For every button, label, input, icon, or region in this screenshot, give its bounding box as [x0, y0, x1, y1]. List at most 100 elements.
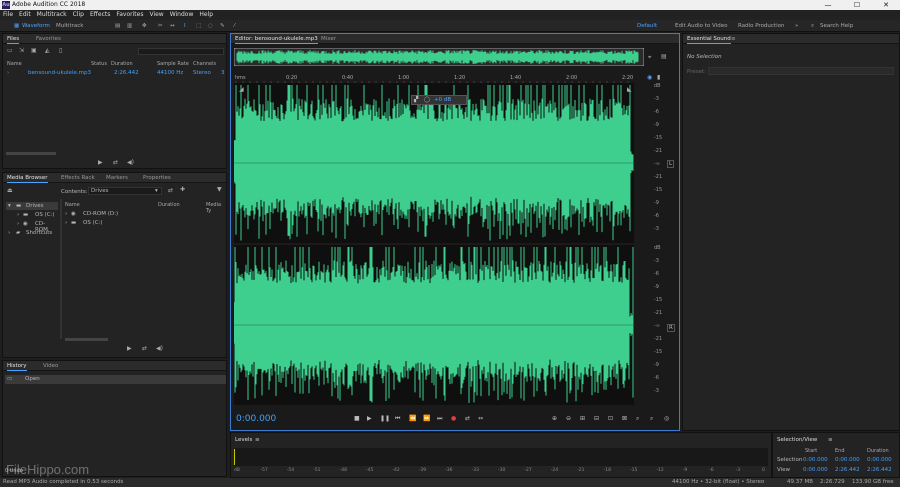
col-channels[interactable]: Channels — [193, 61, 216, 67]
view-start[interactable]: 0:00.000 — [803, 467, 828, 473]
zoom-out-amplitude-icon[interactable]: ⊖ — [566, 415, 571, 422]
time-selection-tool-icon[interactable]: I — [184, 22, 186, 30]
loop-preview-icon[interactable]: ⇄ — [113, 159, 118, 166]
panel-menu-icon[interactable]: ≡ — [731, 35, 736, 43]
history-item[interactable]: ▭ Open — [5, 375, 226, 384]
preset-dropdown[interactable] — [708, 67, 894, 75]
play-preview-icon[interactable]: ▶ — [98, 159, 103, 166]
marker-icon[interactable]: ▮ — [657, 74, 660, 81]
play-preview-icon[interactable]: ▶ — [127, 345, 132, 352]
pitch-icon[interactable]: ▥ — [127, 22, 132, 30]
panel-menu-icon[interactable]: ▤ — [661, 53, 667, 60]
expand-icon[interactable]: › — [8, 230, 10, 236]
zoom-in-point-icon[interactable]: ⌕ — [636, 415, 639, 423]
navigate-icon[interactable]: ⇄ — [168, 187, 173, 194]
tab-effects-rack[interactable]: Effects Rack — [61, 174, 95, 182]
overview-waveform[interactable] — [234, 48, 644, 66]
tab-editor[interactable]: Editor: bensound-ukulele.mp3 — [235, 35, 318, 44]
waveform-button[interactable]: Waveform — [22, 22, 50, 30]
eject-icon[interactable]: ⏏ — [7, 187, 13, 194]
volume-icon[interactable]: ◀) — [127, 159, 134, 166]
loop-preview-icon[interactable]: ⇄ — [142, 345, 147, 352]
waveform-right-channel[interactable] — [234, 245, 634, 405]
skip-icon[interactable]: ↭ — [478, 415, 483, 422]
zoom-selection-icon[interactable]: ⊠ — [622, 415, 627, 422]
tab-history[interactable]: History — [7, 362, 27, 371]
zoom-out-time-icon[interactable]: ⊟ — [594, 415, 599, 422]
menu-window[interactable]: Window — [167, 10, 197, 20]
time-ruler[interactable]: hms 0:20 0:40 1:00 1:20 1:40 2:00 2:20 — [234, 73, 634, 83]
tree-drives[interactable]: ▾ ▬ Drives — [6, 202, 58, 210]
lasso-tool-icon[interactable]: ◌ — [208, 22, 213, 30]
tab-video[interactable]: Video — [43, 362, 58, 370]
menu-view[interactable]: View — [146, 10, 166, 20]
expand-icon[interactable]: ▾ — [8, 203, 11, 209]
col-status[interactable]: Status — [91, 61, 107, 67]
loop-icon[interactable]: ⇄ — [465, 415, 470, 422]
col-duration[interactable]: Duration — [111, 61, 133, 67]
splitter[interactable] — [60, 199, 62, 339]
previous-icon[interactable]: ⏮ — [395, 415, 400, 423]
healing-tool-icon[interactable]: ⁄ — [234, 22, 235, 30]
volume-hud[interactable]: ▞ ◯ +0 dB — [411, 95, 467, 105]
menu-multitrack[interactable]: Multitrack — [34, 10, 70, 20]
workspace-more-icon[interactable]: » — [795, 22, 798, 30]
workspace-radio-production[interactable]: Radio Production — [738, 22, 784, 30]
add-shortcut-icon[interactable]: ✚ — [180, 186, 185, 193]
zoom-in-amplitude-icon[interactable]: ⊕ — [552, 415, 557, 422]
marquee-tool-icon[interactable]: ⬚ — [196, 22, 201, 30]
snap-icon[interactable]: ◉ — [647, 74, 652, 81]
volume-icon[interactable]: ◀) — [156, 345, 163, 352]
panel-menu-icon[interactable]: ≡ — [828, 437, 833, 443]
stop-icon[interactable]: ■ — [354, 415, 360, 422]
menu-edit[interactable]: Edit — [16, 10, 34, 20]
tab-files[interactable]: Files — [7, 35, 20, 44]
list-item[interactable]: › ▬ OS (C:) — [65, 219, 155, 227]
razor-tool-icon[interactable]: ✂ — [158, 22, 163, 30]
waveform-left-channel[interactable] — [234, 83, 634, 243]
menu-file[interactable]: File — [0, 10, 16, 20]
record-icon[interactable]: ● — [451, 415, 456, 422]
col-sample-rate[interactable]: Sample Rate — [157, 61, 189, 67]
import-icon[interactable]: ⇲ — [19, 47, 24, 54]
col-name[interactable]: Name — [7, 61, 22, 67]
zoom-in-time-icon[interactable]: ⊞ — [580, 415, 585, 422]
tab-media-browser[interactable]: Media Browser — [7, 174, 48, 183]
files-scrollbar[interactable] — [6, 152, 56, 155]
view-duration[interactable]: 2:26.442 — [867, 467, 892, 473]
col-duration[interactable]: Duration — [158, 202, 180, 208]
delete-icon[interactable]: ▯ — [59, 47, 62, 54]
minimize-button[interactable]: — — [814, 0, 842, 10]
menu-clip[interactable]: Clip — [70, 10, 87, 20]
selection-duration[interactable]: 0:00.000 — [867, 457, 892, 463]
tab-properties[interactable]: Properties — [143, 174, 171, 182]
expand-icon[interactable]: › — [65, 220, 67, 226]
move-tool-icon[interactable]: ✥ — [142, 22, 147, 30]
filter-icon[interactable]: ▼ — [217, 186, 222, 193]
workspace-default[interactable]: Default — [637, 22, 657, 30]
view-end[interactable]: 2:26.442 — [835, 467, 860, 473]
tab-essential-sound[interactable]: Essential Sound — [687, 35, 731, 44]
maximize-button[interactable]: ☐ — [843, 0, 871, 10]
menu-help[interactable]: Help — [196, 10, 216, 20]
close-button[interactable]: ✕ — [872, 0, 900, 10]
fast-forward-icon[interactable]: ⏩ — [423, 415, 430, 422]
media-scrollbar[interactable] — [65, 338, 108, 341]
tree-os[interactable]: › ▬ OS (C:) — [17, 211, 57, 219]
spectral-icon[interactable]: ▤ — [115, 22, 120, 30]
zoom-reset-icon[interactable]: ◎ — [664, 415, 669, 422]
file-row[interactable]: › bensound-ukulele.mp3 2:26.442 44100 Hz… — [3, 69, 226, 77]
files-search-input[interactable] — [138, 48, 224, 55]
selection-end[interactable]: 0:00.000 — [835, 457, 860, 463]
zoom-out-point-icon[interactable]: ⌕ — [650, 415, 653, 423]
tab-mixer[interactable]: Mixer — [321, 35, 336, 43]
tab-favorites[interactable]: Favorites — [36, 35, 61, 43]
play-icon[interactable]: ▶ — [367, 415, 372, 422]
tree-cdrom[interactable]: › ◉ CD-ROM — [17, 220, 57, 233]
panel-menu-icon[interactable]: ≡ — [255, 437, 260, 443]
list-item[interactable]: › ◉ CD-ROM (D:) — [65, 210, 155, 218]
next-icon[interactable]: ⏭ — [437, 415, 442, 423]
zoom-full-icon[interactable]: ⊡ — [608, 415, 613, 422]
new-file-icon[interactable]: ▣ — [31, 47, 37, 54]
tab-markers[interactable]: Markers — [106, 174, 128, 182]
